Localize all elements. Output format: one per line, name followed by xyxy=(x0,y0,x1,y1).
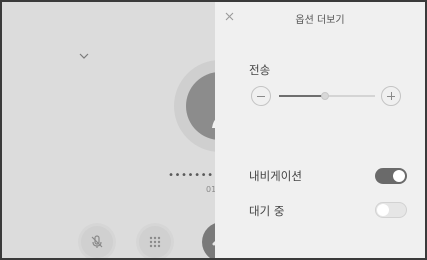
volume-slider-handle[interactable] xyxy=(321,92,330,100)
mute-button[interactable] xyxy=(81,226,113,258)
navigation-label: 내비게이션 xyxy=(249,169,302,183)
more-options-panel: 옵션 더보기 전송 내비게이션 대기 중 xyxy=(215,2,425,258)
standby-label: 대기 중 xyxy=(249,204,285,218)
call-screen: •••••••••• 01 옵션 더보기 전송 내비게이션 대기 중 xyxy=(2,2,425,258)
standby-toggle[interactable] xyxy=(375,202,407,218)
panel-title: 옵션 더보기 xyxy=(295,15,345,26)
volume-increase-button[interactable] xyxy=(381,86,401,106)
toggle-knob xyxy=(393,170,405,182)
volume-label: 전송 xyxy=(249,63,271,77)
volume-slider[interactable] xyxy=(279,92,375,100)
toggle-knob xyxy=(377,204,389,216)
navigation-toggle[interactable] xyxy=(375,168,407,184)
chevron-down-icon[interactable] xyxy=(75,48,93,62)
volume-slider-fill xyxy=(279,95,326,97)
keypad-button[interactable] xyxy=(139,226,171,258)
volume-decrease-button[interactable] xyxy=(251,86,271,106)
